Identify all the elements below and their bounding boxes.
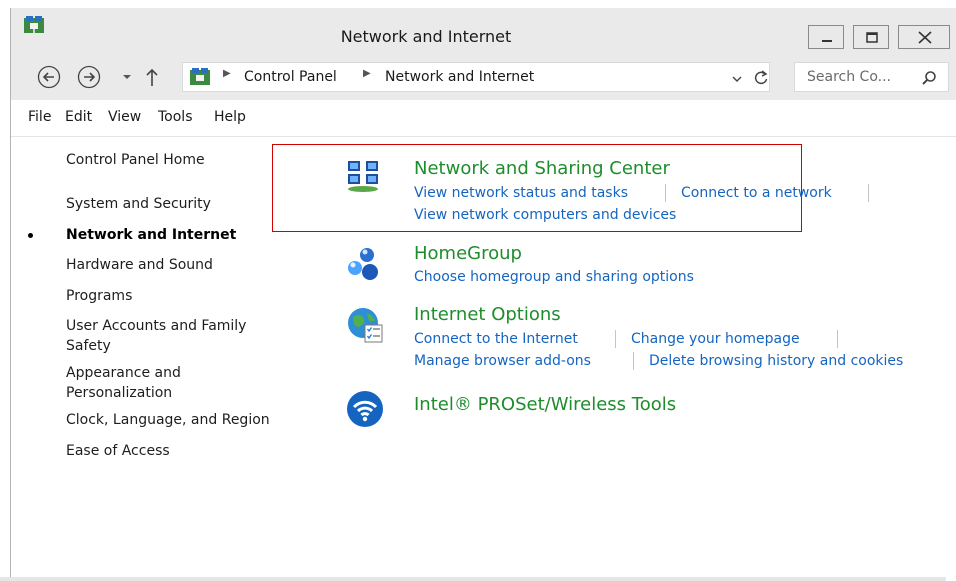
network-location-icon (190, 68, 210, 85)
nav-network-and-internet[interactable]: Network and Internet (66, 225, 236, 245)
nav-ease-of-access[interactable]: Ease of Access (66, 441, 170, 461)
search-placeholder: Search Co... (807, 69, 891, 85)
nav-programs[interactable]: Programs (66, 286, 132, 306)
link-separator (837, 330, 838, 348)
minimize-icon (822, 40, 832, 42)
network-sharing-center-icon[interactable] (345, 158, 381, 194)
intel-wireless-icon[interactable] (346, 390, 384, 428)
nav-user-accounts-line2[interactable]: Safety (66, 336, 111, 356)
navigation-bar: ▶ Control Panel ▶ Network and Internet S… (11, 58, 956, 100)
delete-browsing-history-link[interactable]: Delete browsing history and cookies (649, 353, 903, 369)
search-icon[interactable] (921, 70, 937, 86)
intel-proset-wireless-title[interactable]: Intel® PROSet/Wireless Tools (414, 394, 676, 415)
close-button[interactable] (898, 25, 950, 49)
back-arrow-icon[interactable] (37, 65, 61, 89)
menu-file[interactable]: File (28, 109, 51, 125)
manage-browser-addons-link[interactable]: Manage browser add-ons (414, 353, 591, 369)
connect-to-internet-link[interactable]: Connect to the Internet (414, 331, 578, 347)
nav-appearance-line1[interactable]: Appearance and (66, 363, 181, 383)
address-bar[interactable]: ▶ Control Panel ▶ Network and Internet (182, 62, 770, 92)
link-separator (633, 352, 634, 370)
menu-help[interactable]: Help (214, 109, 246, 125)
breadcrumb-separator-icon[interactable]: ▶ (223, 68, 231, 79)
nav-hardware-and-sound[interactable]: Hardware and Sound (66, 255, 213, 275)
nav-user-accounts-line1[interactable]: User Accounts and Family (66, 316, 246, 336)
current-item-bullet-icon (28, 233, 33, 238)
change-homepage-link[interactable]: Change your homepage (631, 331, 800, 347)
nav-clock-language-region[interactable]: Clock, Language, and Region (66, 410, 270, 430)
window-title: Network and Internet (340, 27, 512, 46)
homegroup-icon[interactable] (345, 246, 381, 282)
up-arrow-icon[interactable] (144, 66, 160, 88)
window-bottom-edge (0, 577, 946, 581)
maximize-icon (866, 32, 878, 43)
internet-options-title[interactable]: Internet Options (414, 304, 561, 325)
menu-edit[interactable]: Edit (65, 109, 92, 125)
maximize-button[interactable] (853, 25, 889, 49)
view-network-status-link[interactable]: View network status and tasks (414, 185, 628, 201)
minimize-button[interactable] (808, 25, 844, 49)
nav-system-and-security[interactable]: System and Security (66, 194, 211, 214)
breadcrumb-separator-icon[interactable]: ▶ (363, 68, 371, 79)
choose-homegroup-options-link[interactable]: Choose homegroup and sharing options (414, 269, 694, 285)
refresh-icon[interactable] (753, 69, 769, 87)
menu-tools[interactable]: Tools (158, 109, 193, 125)
internet-options-icon[interactable] (345, 305, 385, 345)
connect-to-network-link[interactable]: Connect to a network (681, 185, 832, 201)
menu-view[interactable]: View (108, 109, 141, 125)
network-sharing-center-title[interactable]: Network and Sharing Center (414, 158, 670, 179)
homegroup-title[interactable]: HomeGroup (414, 243, 522, 264)
forward-arrow-icon[interactable] (77, 65, 101, 89)
link-separator (665, 184, 666, 202)
view-network-computers-link[interactable]: View network computers and devices (414, 207, 676, 223)
breadcrumb-network-and-internet[interactable]: Network and Internet (385, 69, 534, 85)
nav-control-panel-home[interactable]: Control Panel Home (66, 150, 205, 170)
control-panel-window: Network and Internet ▶ Control Panel ▶ N… (10, 8, 956, 581)
breadcrumb-control-panel[interactable]: Control Panel (244, 69, 337, 85)
link-separator (868, 184, 869, 202)
title-bar: Network and Internet (11, 8, 956, 58)
nav-appearance-line2[interactable]: Personalization (66, 383, 172, 403)
recent-locations-chevron-icon[interactable] (121, 72, 133, 82)
link-separator (615, 330, 616, 348)
menu-bar: File Edit View Tools Help (11, 100, 956, 137)
search-input[interactable]: Search Co... (794, 62, 949, 92)
address-dropdown-chevron-icon[interactable] (731, 74, 743, 84)
close-icon (918, 31, 932, 44)
